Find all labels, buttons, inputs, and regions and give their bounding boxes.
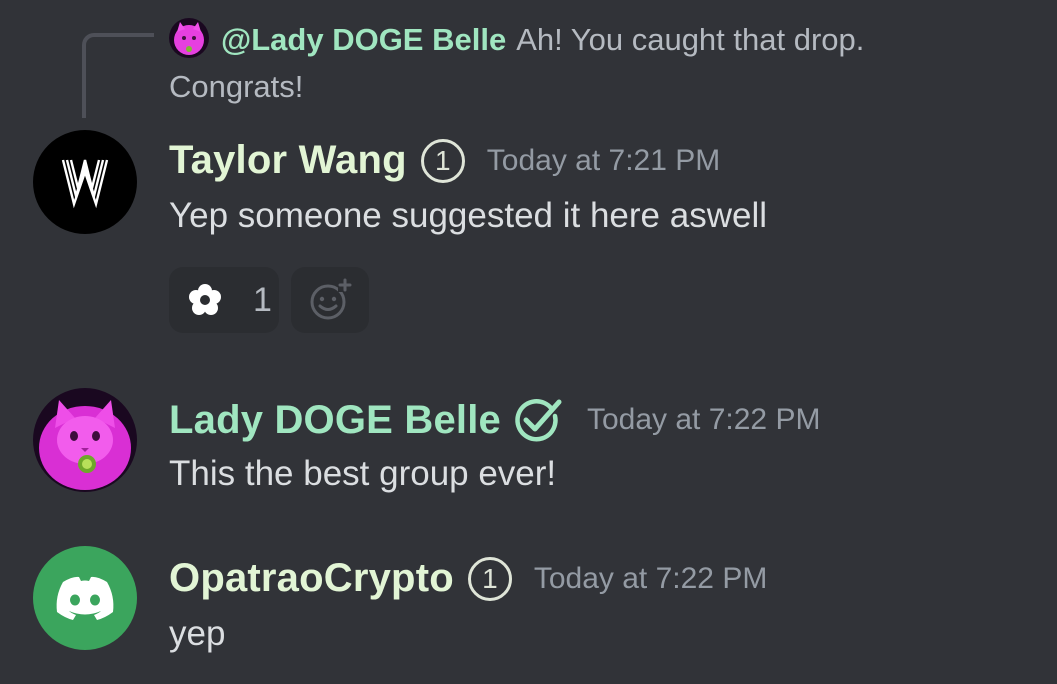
w-logo-icon [33, 130, 137, 234]
message-body: Yep someone suggested it here aswell [169, 196, 767, 235]
reaction-count: 1 [253, 280, 272, 319]
verified-check-icon [515, 399, 562, 442]
message-body: yep [169, 614, 226, 653]
timestamp[interactable]: Today at 7:21 PM [487, 144, 720, 178]
verified-badge[interactable] [513, 396, 565, 444]
reaction-flower[interactable]: 1 [169, 267, 279, 333]
avatar-lady-doge-belle[interactable] [33, 388, 137, 492]
timestamp[interactable]: Today at 7:22 PM [587, 403, 820, 437]
username-opatraocrypto[interactable]: OpatraoCrypto [169, 556, 454, 601]
message-body: This the best group ever! [169, 454, 557, 493]
message-header-taylor-wang: Taylor Wang 1 Today at 7:21 PM [169, 138, 720, 183]
avatar-opatraocrypto[interactable] [33, 546, 137, 650]
add-emoji-icon [310, 278, 352, 320]
discord-logo-icon [33, 546, 137, 650]
add-reaction-button[interactable] [291, 267, 369, 333]
server-badge[interactable]: 1 [420, 138, 465, 183]
username-taylor-wang[interactable]: Taylor Wang [169, 138, 407, 183]
message-header-opatraocrypto: OpatraoCrypto 1 Today at 7:22 PM [169, 556, 767, 601]
timestamp[interactable]: Today at 7:22 PM [534, 562, 767, 596]
flower-icon [189, 284, 221, 315]
reply-mention[interactable]: @Lady DOGE Belle [221, 22, 506, 57]
server-badge[interactable]: 1 [467, 556, 512, 601]
avatar-taylor-wang[interactable] [33, 130, 137, 234]
reply-connector-line [82, 33, 154, 118]
message-header-lady-doge-belle: Lady DOGE Belle Today at 7:22 PM [169, 396, 820, 444]
username-lady-doge-belle[interactable]: Lady DOGE Belle [169, 398, 501, 443]
reply-preview[interactable]: @Lady DOGE Belle Ah! You caught that drop… [169, 16, 949, 110]
chat-message-list: @Lady DOGE Belle Ah! You caught that drop… [0, 0, 1057, 684]
pink-cat-avatar [33, 388, 137, 492]
